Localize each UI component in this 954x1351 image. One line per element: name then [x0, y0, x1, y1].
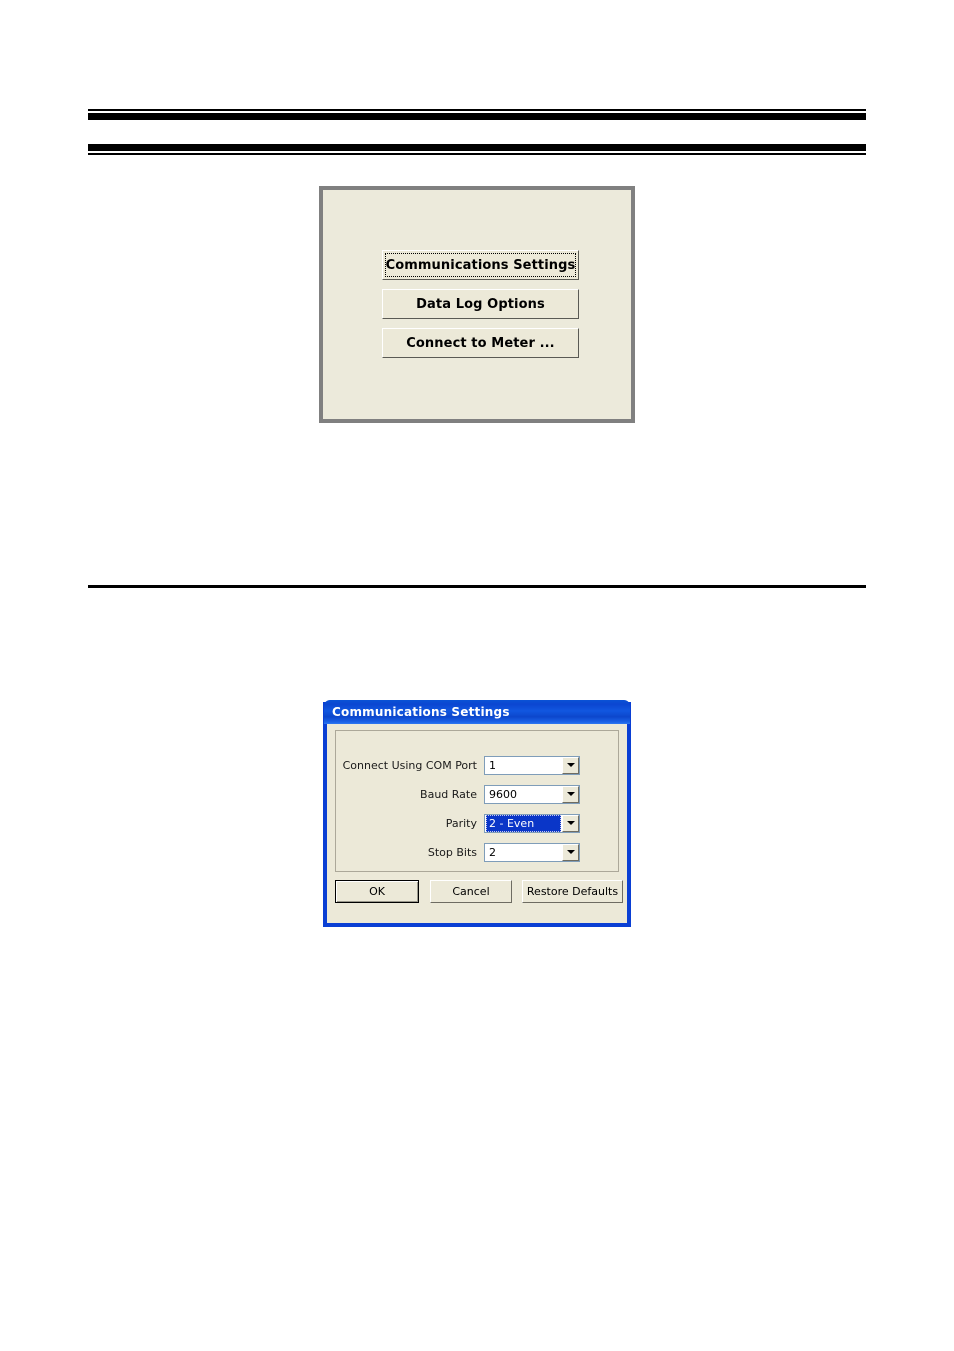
button-label: Data Log Options	[416, 296, 545, 312]
chevron-down-icon[interactable]	[562, 814, 579, 832]
section-divider-rule	[88, 585, 866, 588]
settings-group-box: Connect Using COM Port 1 Baud Rate 9600	[335, 730, 619, 872]
rule-thick-bar	[88, 144, 866, 151]
button-label: Communications Settings	[385, 257, 576, 273]
header-rule-top	[88, 109, 866, 120]
parity-label: Parity	[445, 816, 477, 830]
baud-rate-label: Baud Rate	[420, 787, 477, 801]
ok-button[interactable]: OK	[335, 880, 419, 903]
button-label: Connect to Meter ...	[406, 335, 555, 351]
stop-bits-row: Stop Bits 2	[336, 842, 620, 862]
parity-value: 2 - Even	[486, 814, 561, 832]
button-label: Restore Defaults	[526, 885, 619, 898]
dialog-title-bar[interactable]: Communications Settings	[324, 700, 630, 724]
stop-bits-combobox[interactable]: 2	[484, 842, 580, 862]
baud-rate-row: Baud Rate 9600	[336, 784, 620, 804]
main-menu-panel: Communications Settings Data Log Options…	[319, 186, 635, 423]
dialog-title: Communications Settings	[332, 705, 510, 719]
dialog-button-bar: OK Cancel Restore Defaults	[335, 880, 623, 904]
main-menu-panel-face: Communications Settings Data Log Options…	[323, 190, 631, 419]
rule-thick-bar	[88, 113, 866, 120]
dialog-body: Connect Using COM Port 1 Baud Rate 9600	[327, 724, 627, 923]
button-label: Cancel	[452, 885, 490, 898]
parity-row: Parity 2 - Even	[336, 813, 620, 833]
com-port-combobox[interactable]: 1	[484, 755, 580, 775]
communications-settings-button[interactable]: Communications Settings	[382, 250, 579, 280]
stop-bits-value: 2	[489, 845, 496, 859]
connect-to-meter-button[interactable]: Connect to Meter ...	[382, 328, 579, 358]
chevron-down-icon[interactable]	[562, 756, 579, 774]
data-log-options-button[interactable]: Data Log Options	[382, 289, 579, 319]
restore-defaults-button[interactable]: Restore Defaults	[522, 880, 623, 903]
button-label: OK	[369, 885, 385, 898]
chevron-down-icon[interactable]	[562, 843, 579, 861]
com-port-row: Connect Using COM Port 1	[336, 755, 620, 775]
chevron-down-icon[interactable]	[562, 785, 579, 803]
parity-combobox[interactable]: 2 - Even	[484, 813, 580, 833]
header-rule-second	[88, 144, 866, 155]
baud-rate-combobox[interactable]: 9600	[484, 784, 580, 804]
cancel-button[interactable]: Cancel	[430, 880, 512, 903]
document-page: Communications Settings Data Log Options…	[0, 0, 954, 1351]
com-port-value: 1	[489, 758, 496, 772]
com-port-label: Connect Using COM Port	[342, 758, 477, 772]
rule-thin-line	[88, 153, 866, 155]
stop-bits-label: Stop Bits	[427, 845, 477, 859]
communications-settings-dialog: Communications Settings Connect Using CO…	[324, 700, 630, 926]
baud-rate-value: 9600	[489, 787, 517, 801]
